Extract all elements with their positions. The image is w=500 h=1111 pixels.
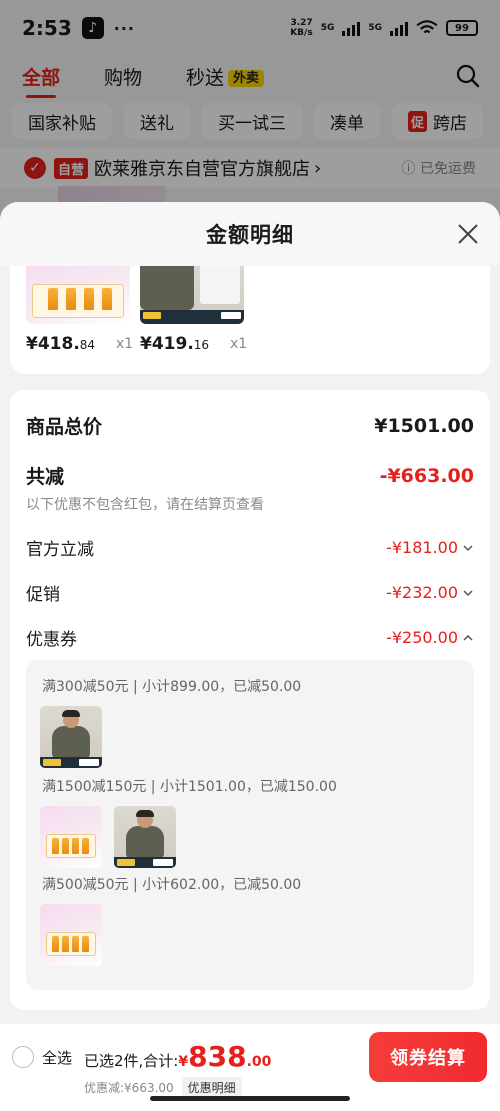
product-price: ¥418.84 [26, 334, 96, 354]
total-value: ¥1501.00 [374, 414, 474, 437]
product-thumbnail [40, 904, 102, 966]
product-thumbnail [114, 806, 176, 868]
discount-line: 优惠减:¥663.00 优惠明细 [84, 1077, 242, 1098]
chevron-down-icon[interactable] [462, 587, 474, 599]
coupon-label: 优惠券 [26, 630, 77, 650]
total-currency: ¥ [178, 1054, 189, 1070]
coupon-detail-box: 满300减50元 | 小计899.00，已减50.00 满1500减150元 |… [26, 660, 474, 990]
coupon-rule: 满1500减150元 | 小计1501.00，已减150.00 [42, 779, 337, 795]
promo-value: -¥232.00 [386, 583, 458, 602]
product-price: ¥419.16 [140, 334, 210, 354]
coupon-rule: 满300减50元 | 小计899.00，已减50.00 [42, 679, 302, 695]
reduce-value: -¥663.00 [379, 464, 474, 487]
official-value: -¥181.00 [386, 538, 458, 557]
product-image [140, 266, 244, 324]
discount-note: 以下优惠不包含红包，请在结算页查看 [26, 497, 264, 513]
total-line: 已选2件,合计: ¥ 838 .00 [84, 1040, 271, 1073]
breakdown-card: 商品总价 ¥1501.00 共减 -¥663.00 以下优惠不包含红包，请在结算… [10, 390, 490, 1010]
sheet-title: 金额明细 [206, 223, 294, 247]
promo-row[interactable]: 促销 -¥232.00 [26, 580, 474, 605]
product-thumbnail [40, 806, 102, 868]
select-all-label: 全选 [42, 1048, 73, 1067]
total-row: 商品总价 ¥1501.00 [26, 412, 474, 439]
official-label: 官方立减 [26, 540, 94, 560]
checkout-bar: 全选 已选2件,合计: ¥ 838 .00 优惠减:¥663.00 优惠明细 领… [0, 1024, 500, 1111]
discount-text: 优惠减:¥663.00 [84, 1081, 174, 1095]
selected-label: 已选2件,合计: [84, 1052, 179, 1070]
promo-label: 促销 [26, 585, 60, 605]
official-row[interactable]: 官方立减 -¥181.00 [26, 535, 474, 560]
amount-detail-sheet: 金额明细 ¥418.84 x1 ¥419.16 x1 商品总价 ¥1501.00 [0, 202, 500, 1111]
sheet-header: 金额明细 [0, 202, 500, 266]
coupon-row[interactable]: 优惠券 -¥250.00 [26, 625, 474, 650]
chevron-down-icon[interactable] [462, 542, 474, 554]
checkout-button[interactable]: 领券结算 [369, 1032, 487, 1082]
total-label: 商品总价 [26, 416, 103, 438]
coupon-value: -¥250.00 [386, 628, 458, 647]
close-icon[interactable] [454, 220, 482, 248]
total-decimal: .00 [246, 1054, 272, 1070]
products-card: ¥418.84 x1 ¥419.16 x1 [10, 266, 490, 374]
select-all[interactable]: 全选 [12, 1046, 72, 1068]
product-image [26, 266, 130, 324]
product-thumbnail [40, 706, 102, 768]
reduce-label: 共减 [26, 466, 65, 488]
chevron-up-icon[interactable] [462, 632, 474, 644]
home-indicator[interactable] [150, 1096, 350, 1101]
discount-detail-button[interactable]: 优惠明细 [181, 1077, 242, 1098]
coupon-rule: 满500减50元 | 小计602.00，已减50.00 [42, 877, 302, 893]
product-qty: x1 [230, 336, 248, 352]
reduce-row: 共减 -¥663.00 [26, 462, 474, 489]
select-all-radio[interactable] [12, 1046, 34, 1068]
product-qty: x1 [116, 336, 134, 352]
total-amount: 838 [188, 1040, 247, 1073]
